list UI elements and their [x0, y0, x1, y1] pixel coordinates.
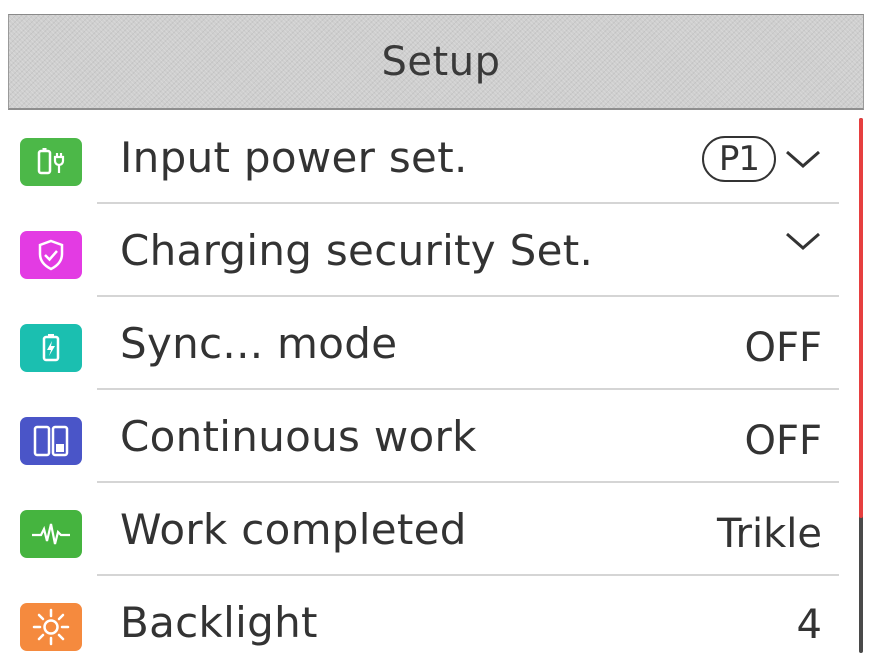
charger-plug-icon	[20, 138, 82, 186]
menu-item-work-completed[interactable]: Work completed Trikle	[0, 483, 872, 576]
pulse-wave-icon	[20, 510, 82, 558]
power-profile-badge: P1	[702, 136, 776, 182]
page-title: Setup	[381, 38, 501, 85]
menu-item-sync-mode[interactable]: Sync... mode OFF	[0, 297, 872, 390]
shield-check-icon	[20, 231, 82, 279]
chevron-down-icon[interactable]	[784, 229, 822, 253]
setting-value: 4	[796, 602, 822, 648]
menu-item-continuous-work[interactable]: Continuous work OFF	[0, 390, 872, 483]
setup-screen: Setup Input power set. P1 Charging secur…	[0, 0, 872, 661]
menu-item-charging-security[interactable]: Charging security Set.	[0, 204, 872, 297]
battery-bolt-icon	[20, 324, 82, 372]
menu-item-input-power[interactable]: Input power set. P1	[0, 111, 872, 204]
chevron-down-icon[interactable]	[784, 147, 822, 171]
menu-item-label: Backlight	[120, 598, 318, 647]
setting-value: Trikle	[717, 511, 822, 557]
header-bar: Setup	[8, 14, 864, 110]
menu-item-label: Work completed	[120, 505, 467, 554]
setting-value: OFF	[744, 325, 823, 371]
menu-item-label: Sync... mode	[120, 319, 398, 368]
setting-value: OFF	[744, 418, 823, 464]
dual-battery-icon	[20, 417, 82, 465]
sun-icon	[20, 603, 82, 651]
menu-item-label: Input power set.	[120, 133, 468, 182]
menu-item-label: Continuous work	[120, 412, 477, 461]
charging-security-dropdown[interactable]	[784, 229, 822, 253]
input-power-dropdown[interactable]: P1	[702, 136, 822, 182]
menu-item-label: Charging security Set.	[120, 226, 594, 275]
settings-list: Input power set. P1 Charging security Se…	[0, 111, 872, 661]
scrollbar-thumb[interactable]	[859, 118, 863, 518]
menu-item-backlight[interactable]: Backlight 4	[0, 576, 872, 661]
